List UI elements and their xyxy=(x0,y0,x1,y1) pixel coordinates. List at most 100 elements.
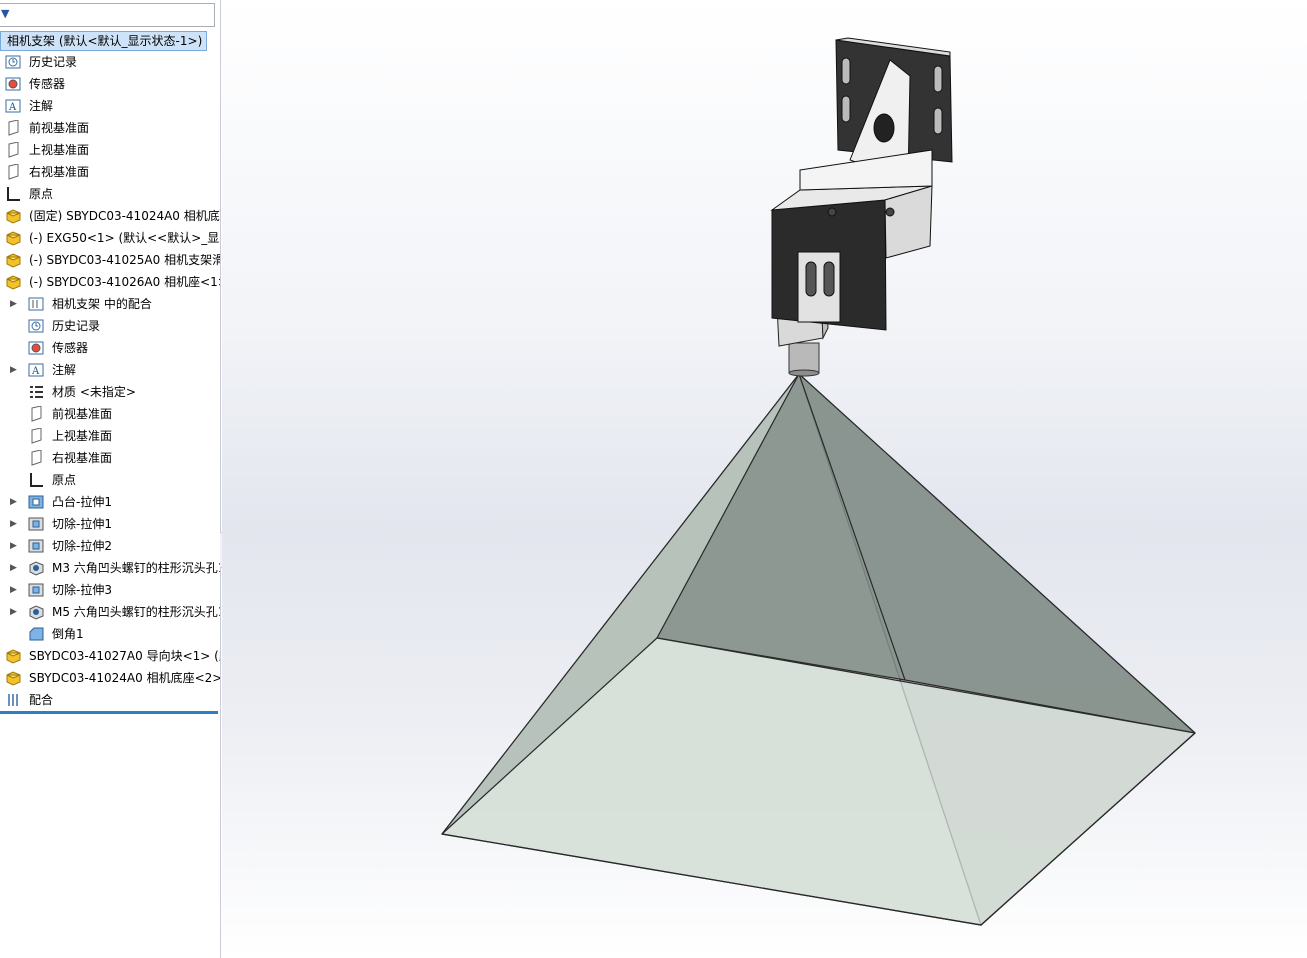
tree-item-label: 前视基准面 xyxy=(29,121,90,135)
tree-item[interactable]: 上视基准面 xyxy=(0,139,220,161)
svg-text:A: A xyxy=(8,102,17,113)
tree-item-label: 传感器 xyxy=(52,341,89,355)
tree-item[interactable]: 传感器 xyxy=(0,73,220,95)
tree-item[interactable]: ▶ 相机支架 中的配合 xyxy=(0,293,220,315)
tree-item-label: 原点 xyxy=(52,473,77,487)
tree-item[interactable]: 原点 xyxy=(0,183,220,205)
tree-item-label: 配合 xyxy=(29,693,54,707)
annotation-icon: A xyxy=(28,362,45,378)
camera-fov-pyramid xyxy=(441,373,1196,926)
tree-item[interactable]: 历史记录 xyxy=(0,51,220,73)
chamfer-icon xyxy=(28,626,45,642)
tree-item[interactable]: ▶ M5 六角凹头螺钉的柱形沉头孔1 xyxy=(0,601,220,623)
expand-arrow-icon[interactable]: ▶ xyxy=(10,535,18,557)
tree-item-label: (-) EXG50<1> (默认<<默认>_显示状态 1>) xyxy=(29,231,220,245)
tree-item[interactable]: ▶ 切除-拉伸2 xyxy=(0,535,220,557)
tree-item[interactable]: (-) SBYDC03-41025A0 相机支架滑块<1> xyxy=(0,249,220,271)
tree-item[interactable]: 前视基准面 xyxy=(0,403,220,425)
tree-item[interactable]: 倒角1 xyxy=(0,623,220,645)
expand-arrow-icon[interactable]: ▶ xyxy=(10,601,18,623)
tree-item[interactable]: SBYDC03-41024A0 相机底座<2> xyxy=(0,667,220,689)
tree-item-label: 上视基准面 xyxy=(29,143,90,157)
tree-item-label: 右视基准面 xyxy=(29,165,90,179)
tree-item[interactable]: 前视基准面 xyxy=(0,117,220,139)
tree-item-label: M5 六角凹头螺钉的柱形沉头孔1 xyxy=(52,605,220,619)
rollback-bar[interactable] xyxy=(0,711,218,714)
tree-item[interactable]: ▶ 切除-拉伸3 xyxy=(0,579,220,601)
tree-item-label: 材质 <未指定> xyxy=(52,385,136,399)
tree-item-label: (-) SBYDC03-41025A0 相机支架滑块<1> xyxy=(29,253,220,267)
tree-item-label: 原点 xyxy=(29,187,54,201)
tree-item[interactable]: (固定) SBYDC03-41024A0 相机底座<1> xyxy=(0,205,220,227)
tree-item-label: 上视基准面 xyxy=(52,429,113,443)
tree-filter[interactable]: ▼ xyxy=(0,3,215,27)
hole-wizard-icon xyxy=(28,560,45,576)
material-icon xyxy=(28,384,45,400)
tree-item-label: 相机支架 中的配合 xyxy=(52,297,152,311)
tree-item[interactable]: A 注解 xyxy=(0,95,220,117)
tree-item[interactable]: 配合 xyxy=(0,689,220,711)
tree-item-label: 前视基准面 xyxy=(52,407,113,421)
filter-icon[interactable]: ▼ xyxy=(1,7,9,20)
plane-icon xyxy=(5,119,22,136)
cut-extrude-icon xyxy=(28,538,45,554)
root-assembly-node[interactable]: 相机支架 (默认<默认_显示状态-1>) xyxy=(0,31,208,51)
tree-item-label: SBYDC03-41024A0 相机底座<2> xyxy=(29,671,220,685)
3d-model xyxy=(441,37,1196,926)
plane-icon xyxy=(28,427,45,444)
plane-icon xyxy=(28,449,45,466)
root-assembly-label: 相机支架 (默认<默认_显示状态-1>) xyxy=(7,34,203,48)
tree-item[interactable]: ▶ A 注解 xyxy=(0,359,220,381)
tree-item[interactable]: 右视基准面 xyxy=(0,161,220,183)
expand-arrow-icon[interactable]: ▶ xyxy=(10,491,18,513)
tree-item-label: 切除-拉伸3 xyxy=(52,583,112,597)
part-icon xyxy=(5,230,22,246)
tree-item-label: 切除-拉伸1 xyxy=(52,517,112,531)
part-icon xyxy=(5,274,22,290)
plane-icon xyxy=(5,141,22,158)
sensor-icon xyxy=(28,340,45,356)
tree-item-label: 凸台-拉伸1 xyxy=(52,495,112,509)
tree-item[interactable]: 传感器 xyxy=(0,337,220,359)
tree-item[interactable]: (-) EXG50<1> (默认<<默认>_显示状态 1>) xyxy=(0,227,220,249)
annotation-icon: A xyxy=(5,98,22,114)
expand-arrow-icon[interactable]: ▶ xyxy=(10,293,18,315)
mates-folder-icon xyxy=(28,296,45,312)
expand-arrow-icon[interactable]: ▶ xyxy=(10,513,18,535)
tree-item[interactable]: ▶ 凸台-拉伸1 xyxy=(0,491,220,513)
tree-item[interactable]: SBYDC03-41027A0 导向块<1> (默认) xyxy=(0,645,220,667)
expand-arrow-icon[interactable]: ▶ xyxy=(10,359,18,381)
graphics-viewport[interactable] xyxy=(222,0,1307,958)
cut-extrude-icon xyxy=(28,582,45,598)
feature-manager-tree: ▼ 相机支架 (默认<默认_显示状态-1>) 历史记录 传感器 A 注解 前视基准面 上视… xyxy=(0,0,221,958)
plane-icon xyxy=(28,405,45,422)
expand-arrow-icon[interactable]: ▶ xyxy=(10,579,18,601)
tree-item[interactable]: 材质 <未指定> xyxy=(0,381,220,403)
part-icon xyxy=(5,208,22,224)
tree-item-label: (-) SBYDC03-41026A0 相机座<1> xyxy=(29,275,220,289)
part-icon xyxy=(5,670,22,686)
tree-item-label: 倒角1 xyxy=(52,627,84,641)
tree-item-label: 切除-拉伸2 xyxy=(52,539,112,553)
mates-icon xyxy=(5,692,22,708)
expand-arrow-icon[interactable]: ▶ xyxy=(10,557,18,579)
tree-item[interactable]: ▶ M3 六角凹头螺钉的柱形沉头孔1 xyxy=(0,557,220,579)
sensor-icon xyxy=(5,76,22,92)
origin-icon xyxy=(5,186,22,202)
tree-item-label: 注解 xyxy=(29,99,54,113)
origin-icon xyxy=(28,472,45,488)
tree-item[interactable]: 上视基准面 xyxy=(0,425,220,447)
history-icon xyxy=(28,318,45,334)
upper-angle-bracket xyxy=(799,37,953,191)
tree-item[interactable]: ▶ 切除-拉伸1 xyxy=(0,513,220,535)
tree-item[interactable]: 原点 xyxy=(0,469,220,491)
tree-item-label: (固定) SBYDC03-41024A0 相机底座<1> xyxy=(29,209,220,223)
tree-item[interactable]: 右视基准面 xyxy=(0,447,220,469)
cut-extrude-icon xyxy=(28,516,45,532)
tree-item[interactable]: (-) SBYDC03-41026A0 相机座<1> xyxy=(0,271,220,293)
boss-extrude-icon xyxy=(28,494,45,510)
history-icon xyxy=(5,54,22,70)
tree-item-label: 右视基准面 xyxy=(52,451,113,465)
part-icon xyxy=(5,252,22,268)
tree-item[interactable]: 历史记录 xyxy=(0,315,220,337)
